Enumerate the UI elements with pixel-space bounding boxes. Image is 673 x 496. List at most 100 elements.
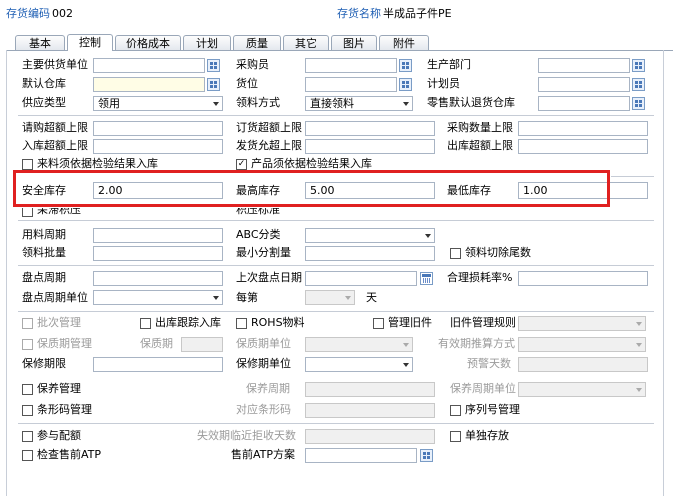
planner-label: 计划员 <box>427 77 460 90</box>
tab-other[interactable]: 其它 <box>283 35 329 50</box>
tab-basic[interactable]: 基本 <box>15 35 65 50</box>
rohs-checkbox[interactable] <box>236 318 247 329</box>
day-label: 天 <box>366 291 377 304</box>
every-select[interactable] <box>305 290 355 305</box>
ship-over-limit-input[interactable] <box>305 139 435 154</box>
barcode-mgmt-checkbox[interactable] <box>22 405 33 416</box>
picking-method-select[interactable]: 直接领料 <box>305 96 413 111</box>
maintenance-cycle-unit-select[interactable] <box>518 382 646 397</box>
usage-period-label: 用料周期 <box>22 228 66 241</box>
warning-days-label: 预警天数 <box>467 357 511 370</box>
warranty-unit-select[interactable] <box>305 357 413 372</box>
presale-atp-plan-label: 售前ATP方案 <box>231 448 296 461</box>
tab-price-cost[interactable]: 价格成本 <box>115 35 181 50</box>
old-rule-select[interactable] <box>518 316 646 331</box>
chevron-down-icon <box>345 296 351 300</box>
picking-cut-tail-label: 领料切除尾数 <box>465 246 531 259</box>
abc-class-label: ABC分类 <box>236 228 281 241</box>
serial-mgmt-checkbox[interactable] <box>450 405 461 416</box>
warning-days-input[interactable] <box>518 357 648 372</box>
outbound-over-limit-input[interactable] <box>518 139 648 154</box>
tab-image[interactable]: 图片 <box>331 35 377 50</box>
production-dept-input[interactable] <box>538 58 630 73</box>
highlight-box <box>13 170 610 207</box>
maintenance-cycle-input[interactable] <box>305 382 435 397</box>
order-over-limit-label: 订货超额上限 <box>236 121 302 134</box>
main-supplier-input[interactable] <box>93 58 205 73</box>
maintenance-mgmt-checkbox[interactable] <box>22 384 33 395</box>
picking-cut-tail-checkbox[interactable] <box>450 248 461 259</box>
location-ref-icon[interactable] <box>399 78 412 91</box>
chevron-down-icon <box>636 322 642 326</box>
batch-mgmt-checkbox[interactable] <box>22 318 33 329</box>
shelf-life-input[interactable] <box>181 337 223 352</box>
warranty-period-label: 保修期限 <box>22 357 66 370</box>
tab-quality[interactable]: 质量 <box>233 35 281 50</box>
last-count-date-input[interactable] <box>305 271 417 286</box>
buyer-ref-icon[interactable] <box>399 59 412 72</box>
participate-allocation-checkbox[interactable] <box>22 431 33 442</box>
chevron-down-icon <box>213 296 219 300</box>
supply-type-label: 供应类型 <box>22 96 66 109</box>
main-supplier-label: 主要供货单位 <box>22 58 88 71</box>
separate-storage-checkbox[interactable] <box>450 431 461 442</box>
min-split-qty-input[interactable] <box>305 246 435 261</box>
location-input[interactable] <box>305 77 397 92</box>
batch-mgmt-label: 批次管理 <box>37 316 81 329</box>
expiry-reject-days-input[interactable] <box>305 429 435 444</box>
code-value: 002 <box>52 7 73 20</box>
incoming-inspection-checkbox[interactable] <box>22 159 33 170</box>
default-warehouse-ref-icon[interactable] <box>207 78 220 91</box>
production-dept-ref-icon[interactable] <box>632 59 645 72</box>
picking-batch-input[interactable] <box>93 246 223 261</box>
calendar-icon[interactable] <box>420 272 433 285</box>
divider <box>18 220 654 221</box>
tab-attachment[interactable]: 附件 <box>379 35 429 50</box>
maintenance-mgmt-label: 保养管理 <box>37 382 81 395</box>
tab-control[interactable]: 控制 <box>67 34 113 51</box>
manage-old-checkbox[interactable] <box>373 318 384 329</box>
tab-plan[interactable]: 计划 <box>183 35 231 50</box>
picking-method-label: 领料方式 <box>236 96 280 109</box>
shelf-life-unit-select[interactable] <box>305 337 413 352</box>
presale-atp-plan-input[interactable] <box>305 448 417 463</box>
shelf-life-mgmt-checkbox[interactable] <box>22 339 33 350</box>
name-label: 存货名称 <box>337 7 381 20</box>
warranty-period-input[interactable] <box>93 357 223 372</box>
order-over-limit-input[interactable] <box>305 121 435 136</box>
buyer-input[interactable] <box>305 58 397 73</box>
presale-atp-check-checkbox[interactable] <box>22 450 33 461</box>
purchase-qty-limit-label: 采购数量上限 <box>447 121 513 134</box>
production-dept-label: 生产部门 <box>427 58 471 71</box>
old-rule-label: 旧件管理规则 <box>450 316 516 329</box>
expiry-reject-days-label: 失效期临近拒收天数 <box>197 429 296 442</box>
inbound-over-limit-input[interactable] <box>93 139 223 154</box>
supply-type-select[interactable]: 领用 <box>93 96 223 111</box>
requisition-over-limit-input[interactable] <box>93 121 223 136</box>
retail-return-wh-ref-icon[interactable] <box>632 97 645 110</box>
count-cycle-input[interactable] <box>93 271 223 286</box>
shelf-life-unit-label: 保质期单位 <box>236 337 291 350</box>
retail-return-wh-input[interactable] <box>538 96 630 111</box>
outbound-tracking-checkbox[interactable] <box>140 318 151 329</box>
count-cycle-unit-select[interactable] <box>93 290 223 305</box>
product-inspection-checkbox[interactable]: ✓ <box>236 159 247 170</box>
requisition-over-limit-label: 请购超额上限 <box>22 121 88 134</box>
purchase-qty-limit-input[interactable] <box>518 121 648 136</box>
default-warehouse-input[interactable] <box>93 77 205 92</box>
presale-atp-plan-ref-icon[interactable] <box>420 449 433 462</box>
usage-period-input[interactable] <box>93 228 223 243</box>
barcode-ref-input[interactable] <box>305 403 435 418</box>
planner-ref-icon[interactable] <box>632 78 645 91</box>
planner-input[interactable] <box>538 77 630 92</box>
divider <box>18 115 654 116</box>
inbound-over-limit-label: 入库超额上限 <box>22 139 88 152</box>
maintenance-cycle-label: 保养周期 <box>246 382 290 395</box>
expiry-calc-select[interactable] <box>518 337 646 352</box>
main-supplier-ref-icon[interactable] <box>207 59 220 72</box>
chevron-down-icon <box>636 388 642 392</box>
abc-class-select[interactable] <box>305 228 435 243</box>
chevron-down-icon <box>213 102 219 106</box>
reasonable-loss-rate-input[interactable] <box>518 271 648 286</box>
maintenance-cycle-unit-label: 保养周期单位 <box>450 382 516 395</box>
